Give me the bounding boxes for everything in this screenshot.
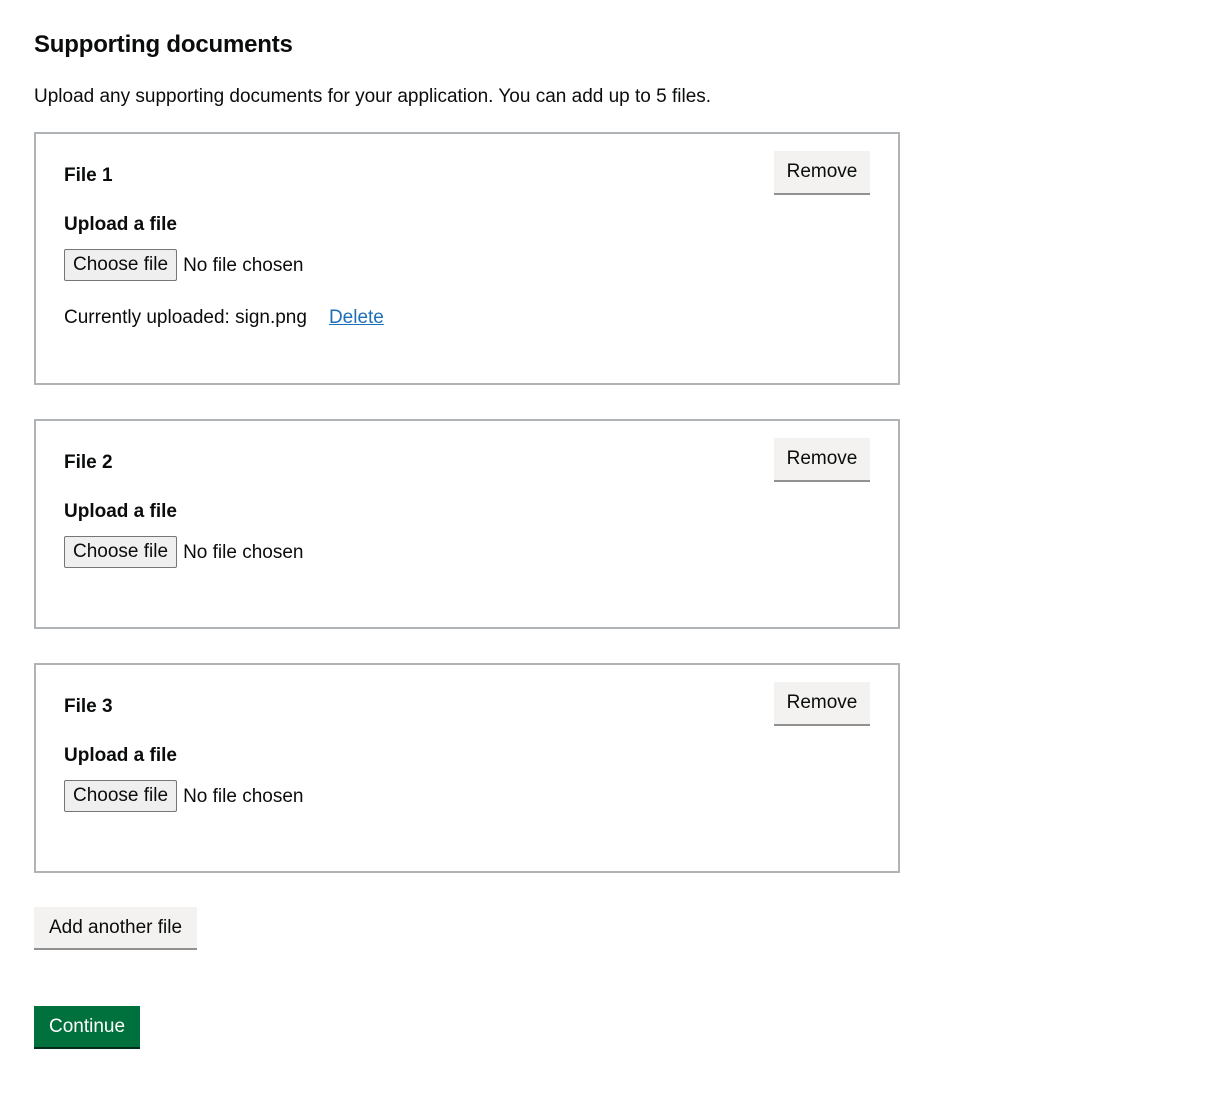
no-file-chosen-text: No file chosen <box>183 254 304 276</box>
no-file-chosen-text: No file chosen <box>183 541 304 563</box>
page-title: Supporting documents <box>34 31 293 58</box>
remove-file-button[interactable]: Remove <box>774 438 870 480</box>
choose-file-button[interactable]: Choose file <box>64 780 178 812</box>
remove-file-button[interactable]: Remove <box>774 682 870 724</box>
file-item-1: File 1 Remove Upload a file Choose file … <box>34 132 900 385</box>
choose-file-button[interactable]: Choose file <box>64 249 178 281</box>
file-item-3: File 3 Remove Upload a file Choose file … <box>34 663 900 873</box>
add-another-file-button[interactable]: Add another file <box>34 907 197 948</box>
file-heading: File 1 <box>64 165 113 186</box>
upload-label: Upload a file <box>64 501 177 522</box>
currently-uploaded-text: Currently uploaded: sign.png <box>64 307 307 328</box>
file-input: Choose file No file chosen <box>64 780 303 812</box>
file-heading: File 2 <box>64 452 113 473</box>
page-hint: Upload any supporting documents for your… <box>34 86 712 107</box>
choose-file-button[interactable]: Choose file <box>64 536 178 568</box>
upload-label: Upload a file <box>64 745 177 766</box>
file-heading: File 3 <box>64 696 113 717</box>
remove-file-button[interactable]: Remove <box>774 151 870 193</box>
no-file-chosen-text: No file chosen <box>183 785 304 807</box>
continue-button[interactable]: Continue <box>34 1006 140 1047</box>
delete-link[interactable]: Delete <box>329 307 384 328</box>
file-input: Choose file No file chosen <box>64 536 303 568</box>
upload-label: Upload a file <box>64 214 177 235</box>
currently-uploaded-row: Currently uploaded: sign.png Delete <box>64 305 384 330</box>
file-item-2: File 2 Remove Upload a file Choose file … <box>34 419 900 629</box>
file-input: Choose file No file chosen <box>64 249 303 281</box>
